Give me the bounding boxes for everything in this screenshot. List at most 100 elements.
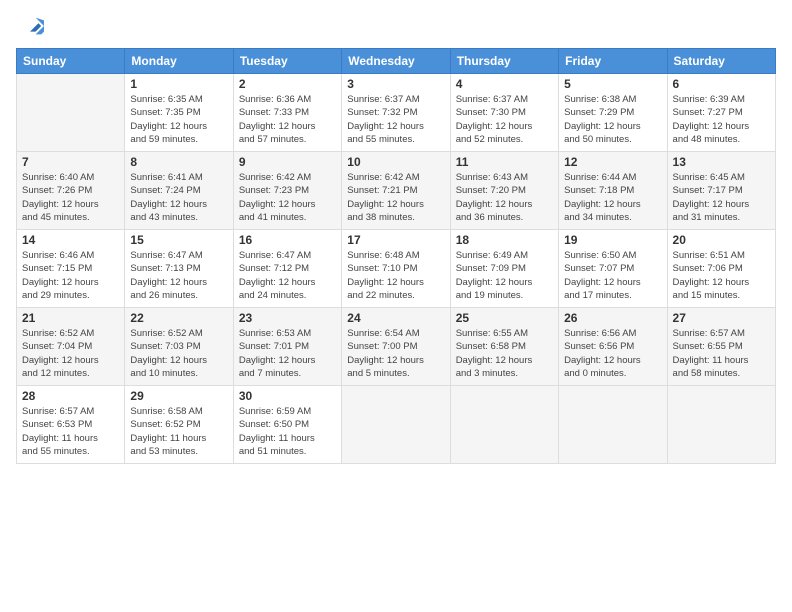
day-info: Sunrise: 6:48 AM Sunset: 7:10 PM Dayligh… — [347, 249, 444, 302]
day-number: 11 — [456, 155, 553, 169]
day-cell: 9 Sunrise: 6:42 AM Sunset: 7:23 PM Daylig… — [233, 152, 341, 230]
day-cell: 14 Sunrise: 6:46 AM Sunset: 7:15 PM Dayli… — [17, 230, 125, 308]
day-number: 16 — [239, 233, 336, 247]
day-cell: 11 Sunrise: 6:43 AM Sunset: 7:20 PM Dayli… — [450, 152, 558, 230]
day-number: 27 — [673, 311, 770, 325]
day-number: 15 — [130, 233, 227, 247]
day-info: Sunrise: 6:37 AM Sunset: 7:30 PM Dayligh… — [456, 93, 553, 146]
day-info: Sunrise: 6:37 AM Sunset: 7:32 PM Dayligh… — [347, 93, 444, 146]
day-number: 24 — [347, 311, 444, 325]
week-row: 14 Sunrise: 6:46 AM Sunset: 7:15 PM Dayli… — [17, 230, 776, 308]
day-info: Sunrise: 6:47 AM Sunset: 7:13 PM Dayligh… — [130, 249, 227, 302]
day-cell: 28 Sunrise: 6:57 AM Sunset: 6:53 PM Dayli… — [17, 386, 125, 464]
day-cell: 5 Sunrise: 6:38 AM Sunset: 7:29 PM Daylig… — [559, 74, 667, 152]
day-cell: 7 Sunrise: 6:40 AM Sunset: 7:26 PM Daylig… — [17, 152, 125, 230]
day-cell: 25 Sunrise: 6:55 AM Sunset: 6:58 PM Dayli… — [450, 308, 558, 386]
day-cell: 27 Sunrise: 6:57 AM Sunset: 6:55 PM Dayli… — [667, 308, 775, 386]
day-number: 30 — [239, 389, 336, 403]
day-cell: 13 Sunrise: 6:45 AM Sunset: 7:17 PM Dayli… — [667, 152, 775, 230]
day-number: 7 — [22, 155, 119, 169]
day-info: Sunrise: 6:59 AM Sunset: 6:50 PM Dayligh… — [239, 405, 336, 458]
day-info: Sunrise: 6:52 AM Sunset: 7:03 PM Dayligh… — [130, 327, 227, 380]
week-row: 1 Sunrise: 6:35 AM Sunset: 7:35 PM Daylig… — [17, 74, 776, 152]
day-number: 23 — [239, 311, 336, 325]
day-number: 1 — [130, 77, 227, 91]
day-number: 17 — [347, 233, 444, 247]
day-info: Sunrise: 6:56 AM Sunset: 6:56 PM Dayligh… — [564, 327, 661, 380]
day-info: Sunrise: 6:42 AM Sunset: 7:23 PM Dayligh… — [239, 171, 336, 224]
day-cell: 26 Sunrise: 6:56 AM Sunset: 6:56 PM Dayli… — [559, 308, 667, 386]
day-cell — [450, 386, 558, 464]
day-cell: 29 Sunrise: 6:58 AM Sunset: 6:52 PM Dayli… — [125, 386, 233, 464]
day-info: Sunrise: 6:38 AM Sunset: 7:29 PM Dayligh… — [564, 93, 661, 146]
day-info: Sunrise: 6:40 AM Sunset: 7:26 PM Dayligh… — [22, 171, 119, 224]
day-header: Thursday — [450, 49, 558, 74]
day-info: Sunrise: 6:44 AM Sunset: 7:18 PM Dayligh… — [564, 171, 661, 224]
day-info: Sunrise: 6:52 AM Sunset: 7:04 PM Dayligh… — [22, 327, 119, 380]
day-number: 6 — [673, 77, 770, 91]
day-info: Sunrise: 6:49 AM Sunset: 7:09 PM Dayligh… — [456, 249, 553, 302]
week-row: 28 Sunrise: 6:57 AM Sunset: 6:53 PM Dayli… — [17, 386, 776, 464]
day-info: Sunrise: 6:45 AM Sunset: 7:17 PM Dayligh… — [673, 171, 770, 224]
day-number: 25 — [456, 311, 553, 325]
day-number: 29 — [130, 389, 227, 403]
day-header: Wednesday — [342, 49, 450, 74]
day-number: 26 — [564, 311, 661, 325]
day-info: Sunrise: 6:53 AM Sunset: 7:01 PM Dayligh… — [239, 327, 336, 380]
day-number: 9 — [239, 155, 336, 169]
day-header: Tuesday — [233, 49, 341, 74]
day-info: Sunrise: 6:50 AM Sunset: 7:07 PM Dayligh… — [564, 249, 661, 302]
day-cell: 30 Sunrise: 6:59 AM Sunset: 6:50 PM Dayli… — [233, 386, 341, 464]
day-cell: 1 Sunrise: 6:35 AM Sunset: 7:35 PM Daylig… — [125, 74, 233, 152]
day-cell: 15 Sunrise: 6:47 AM Sunset: 7:13 PM Dayli… — [125, 230, 233, 308]
day-number: 2 — [239, 77, 336, 91]
logo-icon — [16, 12, 44, 40]
day-cell: 17 Sunrise: 6:48 AM Sunset: 7:10 PM Dayli… — [342, 230, 450, 308]
day-cell: 16Sunrise: 6:47 AM Sunset: 7:12 PM Dayli… — [233, 230, 341, 308]
day-number: 5 — [564, 77, 661, 91]
day-info: Sunrise: 6:43 AM Sunset: 7:20 PM Dayligh… — [456, 171, 553, 224]
day-cell: 4Sunrise: 6:37 AM Sunset: 7:30 PM Daylig… — [450, 74, 558, 152]
day-number: 3 — [347, 77, 444, 91]
day-cell: 19Sunrise: 6:50 AM Sunset: 7:07 PM Dayli… — [559, 230, 667, 308]
day-number: 14 — [22, 233, 119, 247]
day-header: Sunday — [17, 49, 125, 74]
header — [16, 12, 776, 40]
day-cell — [559, 386, 667, 464]
day-info: Sunrise: 6:39 AM Sunset: 7:27 PM Dayligh… — [673, 93, 770, 146]
day-info: Sunrise: 6:55 AM Sunset: 6:58 PM Dayligh… — [456, 327, 553, 380]
day-number: 8 — [130, 155, 227, 169]
day-info: Sunrise: 6:35 AM Sunset: 7:35 PM Dayligh… — [130, 93, 227, 146]
day-cell: 21 Sunrise: 6:52 AM Sunset: 7:04 PM Dayli… — [17, 308, 125, 386]
day-cell: 10 Sunrise: 6:42 AM Sunset: 7:21 PM Dayli… — [342, 152, 450, 230]
logo — [16, 12, 48, 40]
day-info: Sunrise: 6:41 AM Sunset: 7:24 PM Dayligh… — [130, 171, 227, 224]
day-cell — [342, 386, 450, 464]
day-number: 21 — [22, 311, 119, 325]
day-number: 10 — [347, 155, 444, 169]
day-info: Sunrise: 6:54 AM Sunset: 7:00 PM Dayligh… — [347, 327, 444, 380]
day-header: Saturday — [667, 49, 775, 74]
day-cell — [667, 386, 775, 464]
day-info: Sunrise: 6:46 AM Sunset: 7:15 PM Dayligh… — [22, 249, 119, 302]
day-info: Sunrise: 6:58 AM Sunset: 6:52 PM Dayligh… — [130, 405, 227, 458]
page: SundayMondayTuesdayWednesdayThursdayFrid… — [0, 0, 792, 612]
day-number: 13 — [673, 155, 770, 169]
day-info: Sunrise: 6:57 AM Sunset: 6:55 PM Dayligh… — [673, 327, 770, 380]
day-cell: 12 Sunrise: 6:44 AM Sunset: 7:18 PM Dayli… — [559, 152, 667, 230]
day-cell: 23 Sunrise: 6:53 AM Sunset: 7:01 PM Dayli… — [233, 308, 341, 386]
day-cell: 3 Sunrise: 6:37 AM Sunset: 7:32 PM Daylig… — [342, 74, 450, 152]
day-cell: 18 Sunrise: 6:49 AM Sunset: 7:09 PM Dayli… — [450, 230, 558, 308]
day-cell: 6 Sunrise: 6:39 AM Sunset: 7:27 PM Daylig… — [667, 74, 775, 152]
day-number: 20 — [673, 233, 770, 247]
day-number: 28 — [22, 389, 119, 403]
day-number: 12 — [564, 155, 661, 169]
day-cell: 24 Sunrise: 6:54 AM Sunset: 7:00 PM Dayli… — [342, 308, 450, 386]
day-info: Sunrise: 6:57 AM Sunset: 6:53 PM Dayligh… — [22, 405, 119, 458]
week-row: 21 Sunrise: 6:52 AM Sunset: 7:04 PM Dayli… — [17, 308, 776, 386]
day-number: 18 — [456, 233, 553, 247]
day-info: Sunrise: 6:42 AM Sunset: 7:21 PM Dayligh… — [347, 171, 444, 224]
day-header: Monday — [125, 49, 233, 74]
day-cell: 8 Sunrise: 6:41 AM Sunset: 7:24 PM Daylig… — [125, 152, 233, 230]
day-cell: 20Sunrise: 6:51 AM Sunset: 7:06 PM Dayli… — [667, 230, 775, 308]
